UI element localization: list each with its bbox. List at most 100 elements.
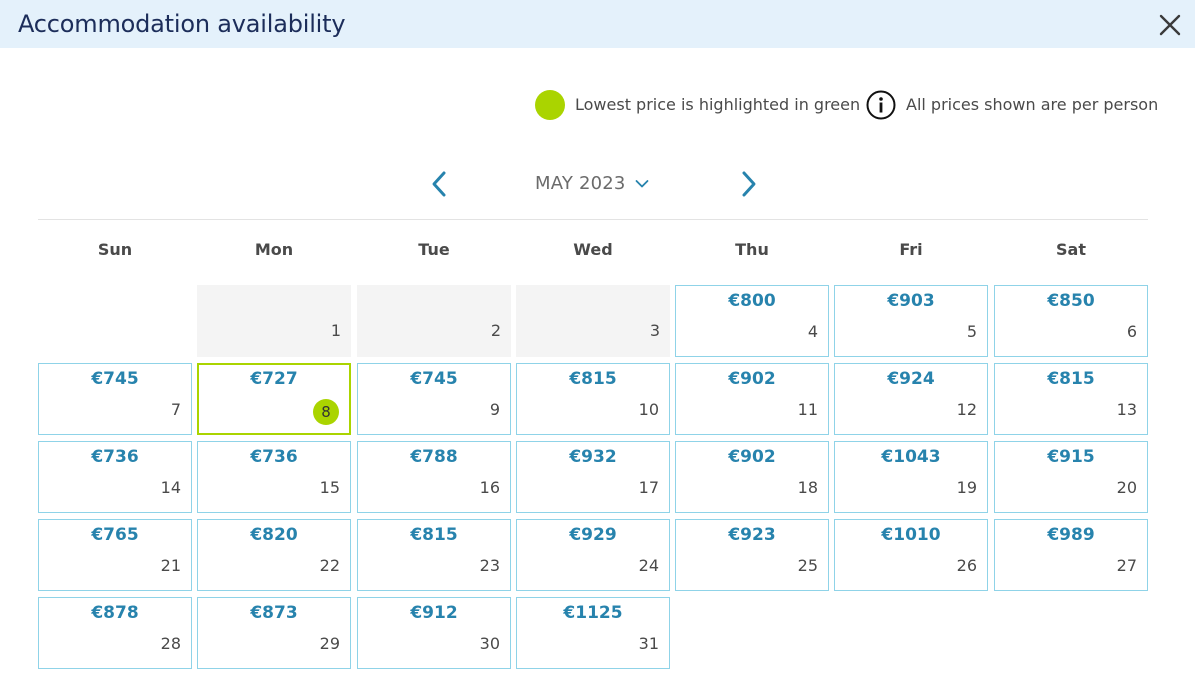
day-price: €902 <box>728 369 776 389</box>
calendar-day-cell[interactable]: €815 10 <box>516 363 670 435</box>
day-number: 11 <box>797 400 818 419</box>
day-price: €815 <box>410 525 458 545</box>
day-price: €815 <box>1047 369 1095 389</box>
calendar-day-cell[interactable]: €788 16 <box>357 441 511 513</box>
day-number: 16 <box>479 478 500 497</box>
day-price: €1125 <box>563 603 623 623</box>
day-number: 18 <box>797 478 818 497</box>
day-price: €788 <box>410 447 458 467</box>
day-number: 10 <box>638 400 659 419</box>
calendar-day-cell[interactable]: €915 20 <box>994 441 1148 513</box>
day-number: 4 <box>807 322 818 341</box>
day-number: 24 <box>638 556 659 575</box>
calendar-day-cell[interactable]: €1010 26 <box>834 519 988 591</box>
day-number: 25 <box>797 556 818 575</box>
calendar-day-cell[interactable]: €765 21 <box>38 519 192 591</box>
day-number: 7 <box>170 400 181 419</box>
day-number: 15 <box>319 478 340 497</box>
calendar-day-cell[interactable]: €800 4 <box>675 285 829 357</box>
calendar-day-cell[interactable]: €989 27 <box>994 519 1148 591</box>
calendar-day-cell[interactable]: €1043 19 <box>834 441 988 513</box>
calendar-day-cell[interactable]: €1125 31 <box>516 597 670 669</box>
calendar-day-cell[interactable]: €745 7 <box>38 363 192 435</box>
calendar-day-cell[interactable]: €850 6 <box>994 285 1148 357</box>
calendar-day-cell[interactable]: €902 18 <box>675 441 829 513</box>
calendar-day-cell[interactable]: €878 28 <box>38 597 192 669</box>
close-button[interactable] <box>1156 11 1184 39</box>
calendar-day-cell[interactable]: €924 12 <box>834 363 988 435</box>
calendar-day-cell[interactable]: €815 13 <box>994 363 1148 435</box>
day-number: 1 <box>330 321 341 340</box>
calendar-day-unavailable: 3 <box>516 285 670 357</box>
day-price: €765 <box>91 525 139 545</box>
calendar-day-cell[interactable]: €736 15 <box>197 441 351 513</box>
day-number: 6 <box>1126 322 1137 341</box>
modal-header: Accommodation availability <box>0 0 1195 48</box>
modal-title: Accommodation availability <box>18 10 346 38</box>
day-price: €815 <box>569 369 617 389</box>
info-icon <box>866 90 896 120</box>
calendar-divider <box>38 219 1148 220</box>
calendar-day-cell[interactable]: €745 9 <box>357 363 511 435</box>
weekday-sat: Sat <box>1056 240 1086 259</box>
day-number: 31 <box>638 634 659 653</box>
day-number: 19 <box>956 478 977 497</box>
day-price: €902 <box>728 447 776 467</box>
weekday-fri: Fri <box>899 240 923 259</box>
day-number: 14 <box>160 478 181 497</box>
calendar-day-unavailable: 1 <box>197 285 351 357</box>
green-dot-icon <box>535 90 565 120</box>
calendar-day-cell[interactable]: €820 22 <box>197 519 351 591</box>
day-number: 17 <box>638 478 659 497</box>
day-price: €923 <box>728 525 776 545</box>
day-price: €820 <box>250 525 298 545</box>
day-price: €850 <box>1047 291 1095 311</box>
chevron-down-icon <box>635 180 649 188</box>
prev-month-button[interactable] <box>426 168 452 200</box>
day-price: €873 <box>250 603 298 623</box>
day-number: 26 <box>956 556 977 575</box>
day-number: 12 <box>956 400 977 419</box>
calendar-day-cell[interactable]: €912 30 <box>357 597 511 669</box>
day-number: 27 <box>1116 556 1137 575</box>
calendar-day-cell[interactable]: €727 8 <box>197 363 351 435</box>
day-price: €736 <box>91 447 139 467</box>
lowest-price-day-badge: 8 <box>313 399 339 425</box>
day-number: 30 <box>479 634 500 653</box>
weekday-wed: Wed <box>573 240 613 259</box>
next-month-button[interactable] <box>736 168 762 200</box>
calendar-day-cell[interactable]: €902 11 <box>675 363 829 435</box>
month-label: MAY 2023 <box>535 173 626 194</box>
calendar-day-cell[interactable]: €815 23 <box>357 519 511 591</box>
day-number: 29 <box>319 634 340 653</box>
calendar-day-cell[interactable]: €923 25 <box>675 519 829 591</box>
day-number: 21 <box>160 556 181 575</box>
day-price: €878 <box>91 603 139 623</box>
day-price: €1043 <box>881 447 941 467</box>
close-icon <box>1159 14 1181 36</box>
day-number: 13 <box>1116 400 1137 419</box>
calendar-day-cell[interactable]: €873 29 <box>197 597 351 669</box>
calendar-day-cell[interactable]: €929 24 <box>516 519 670 591</box>
day-price: €745 <box>410 369 458 389</box>
day-number: 22 <box>319 556 340 575</box>
month-select[interactable]: MAY 2023 <box>535 173 649 199</box>
day-number: 5 <box>966 322 977 341</box>
day-number: 28 <box>160 634 181 653</box>
day-price: €932 <box>569 447 617 467</box>
day-price: €929 <box>569 525 617 545</box>
weekday-sun: Sun <box>97 240 133 259</box>
day-price: €745 <box>91 369 139 389</box>
day-number: 20 <box>1116 478 1137 497</box>
weekday-tue: Tue <box>418 240 450 259</box>
chevron-right-icon <box>742 171 756 197</box>
day-price: €727 <box>250 369 298 389</box>
day-number: 2 <box>490 321 501 340</box>
calendar-day-cell[interactable]: €736 14 <box>38 441 192 513</box>
weekday-mon: Mon <box>254 240 294 259</box>
calendar-day-cell[interactable]: €903 5 <box>834 285 988 357</box>
day-price: €903 <box>887 291 935 311</box>
calendar-day-cell[interactable]: €932 17 <box>516 441 670 513</box>
day-number: 9 <box>489 400 500 419</box>
day-number: 3 <box>649 321 660 340</box>
